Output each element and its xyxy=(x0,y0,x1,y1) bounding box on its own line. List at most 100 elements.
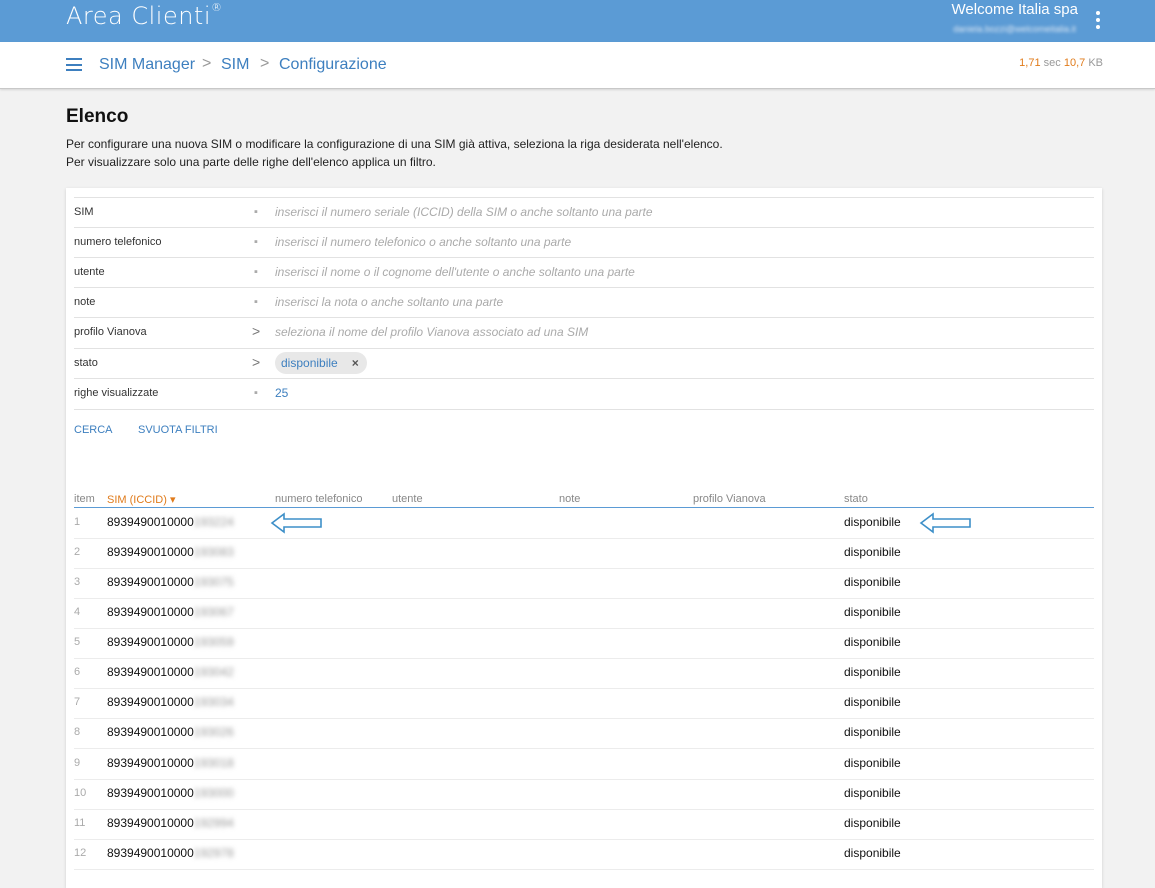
more-menu-icon[interactable] xyxy=(1093,9,1103,33)
clear-filters-button[interactable]: SVUOTA FILTRI xyxy=(138,424,218,436)
top-bar: Area Clienti® Welcome Italia spa daniela… xyxy=(0,0,1155,42)
breadcrumb-sim-manager[interactable]: SIM Manager xyxy=(99,56,195,74)
filter-sim: SIM ▪ inserisci il numero seriale (ICCID… xyxy=(74,197,1094,228)
column-header-sim[interactable]: SIM (ICCID) ▾ xyxy=(107,493,175,506)
filter-user: utente ▪ inserisci il nome o il cognome … xyxy=(74,257,1094,288)
status-chip-label: disponibile xyxy=(281,356,338,370)
table-row[interactable]: 12 8939490010000192978 disponibile xyxy=(74,839,1094,870)
filter-phone: numero telefonico ▪ inserisci il numero … xyxy=(74,227,1094,258)
row-status: disponibile xyxy=(844,786,901,800)
row-status: disponibile xyxy=(844,756,901,770)
row-status: disponibile xyxy=(844,816,901,830)
profile-filter-select[interactable]: seleziona il nome del profilo Vianova as… xyxy=(275,325,588,339)
page-description-2: Per visualizzare solo una parte delle ri… xyxy=(66,155,436,169)
row-sim-iccid: 8939490010000193067 xyxy=(107,605,234,619)
filter-profile[interactable]: profilo Vianova > seleziona il nome del … xyxy=(74,317,1094,348)
table-row[interactable]: 5 8939490010000193059 disponibile xyxy=(74,628,1094,659)
iccid-suffix-blurred: 193083 xyxy=(193,545,234,559)
iccid-prefix: 8939490010000 xyxy=(107,786,194,800)
row-sim-iccid: 8939490010000193083 xyxy=(107,545,234,559)
iccid-prefix: 8939490010000 xyxy=(107,665,194,679)
filter-label: profilo Vianova xyxy=(74,326,147,338)
rows-count-input[interactable]: 25 xyxy=(275,386,288,400)
iccid-prefix: 8939490010000 xyxy=(107,545,194,559)
row-sim-iccid: 8939490010000193000 xyxy=(107,786,234,800)
row-sim-iccid: 8939490010000193034 xyxy=(107,695,234,709)
column-header-user[interactable]: utente xyxy=(392,493,423,505)
column-header-phone[interactable]: numero telefonico xyxy=(275,493,362,505)
iccid-suffix-blurred: 193026 xyxy=(193,725,234,739)
user-email: daniela.bozzi@welcomeitalia.it xyxy=(953,24,1076,34)
iccid-suffix-blurred: 193224 xyxy=(193,515,234,529)
row-item-number: 5 xyxy=(74,636,81,648)
chevron-right-icon[interactable]: > xyxy=(252,354,260,370)
app-title-text: Area Clienti xyxy=(66,2,212,30)
row-item-number: 11 xyxy=(74,817,86,829)
row-item-number: 4 xyxy=(74,606,81,618)
table-row[interactable]: 11 8939490010000192994 disponibile xyxy=(74,809,1094,840)
row-item-number: 6 xyxy=(74,666,81,678)
annotation-arrow-left-icon xyxy=(919,512,971,534)
bullet-icon: ▪ xyxy=(254,387,258,399)
filter-label: numero telefonico xyxy=(74,236,162,248)
column-header-profile[interactable]: profilo Vianova xyxy=(693,493,766,505)
timing-kb: 10,7 xyxy=(1063,57,1086,69)
column-header-status[interactable]: stato xyxy=(844,493,868,505)
filter-label: utente xyxy=(74,266,105,278)
breadcrumb-separator-icon: > xyxy=(260,55,270,72)
iccid-suffix-blurred: 193034 xyxy=(193,695,234,709)
timing-seconds-unit: sec xyxy=(1043,57,1061,69)
table-row[interactable]: 9 8939490010000193018 disponibile xyxy=(74,749,1094,780)
table-row[interactable]: 10 8939490010000193000 disponibile xyxy=(74,779,1094,810)
chevron-right-icon[interactable]: > xyxy=(252,323,260,339)
column-header-item: item xyxy=(74,493,95,505)
row-status: disponibile xyxy=(844,515,901,529)
table-row[interactable]: 3 8939490010000193075 disponibile xyxy=(74,568,1094,599)
row-item-number: 1 xyxy=(74,516,81,528)
row-status: disponibile xyxy=(844,665,901,679)
table-row[interactable]: 2 8939490010000193083 disponibile xyxy=(74,538,1094,569)
row-item-number: 10 xyxy=(74,787,87,799)
user-filter-input[interactable]: inserisci il nome o il cognome dell'uten… xyxy=(275,265,635,279)
filter-and-list-card: SIM ▪ inserisci il numero seriale (ICCID… xyxy=(66,188,1102,888)
timing-seconds: 1,71 xyxy=(1019,57,1041,69)
trademark-symbol: ® xyxy=(211,1,223,14)
search-button[interactable]: CERCA xyxy=(74,424,113,436)
iccid-prefix: 8939490010000 xyxy=(107,695,194,709)
breadcrumb-sim[interactable]: SIM xyxy=(221,56,249,74)
column-header-note[interactable]: note xyxy=(559,493,580,505)
sim-filter-input[interactable]: inserisci il numero seriale (ICCID) dell… xyxy=(275,205,653,219)
row-status: disponibile xyxy=(844,846,901,860)
row-sim-iccid: 8939490010000192994 xyxy=(107,816,234,830)
close-icon[interactable]: × xyxy=(352,356,359,370)
table-row[interactable]: 4 8939490010000193067 disponibile xyxy=(74,598,1094,629)
row-sim-iccid: 8939490010000193059 xyxy=(107,635,234,649)
row-sim-iccid: 8939490010000193042 xyxy=(107,665,234,679)
filter-label: note xyxy=(74,296,96,308)
iccid-prefix: 8939490010000 xyxy=(107,575,194,589)
iccid-prefix: 8939490010000 xyxy=(107,515,194,529)
filter-rows: righe visualizzate ▪ 25 xyxy=(74,378,1094,410)
table-row[interactable]: 8 8939490010000193026 disponibile xyxy=(74,718,1094,749)
row-sim-iccid: 8939490010000193026 xyxy=(107,725,234,739)
row-sim-iccid: 8939490010000193018 xyxy=(107,756,234,770)
phone-filter-input[interactable]: inserisci il numero telefonico o anche s… xyxy=(275,235,571,249)
note-filter-input[interactable]: inserisci la nota o anche soltanto una p… xyxy=(275,295,503,309)
row-sim-iccid: 8939490010000192978 xyxy=(107,846,234,860)
row-status: disponibile xyxy=(844,635,901,649)
filter-label: righe visualizzate xyxy=(74,387,159,399)
table-row[interactable]: 7 8939490010000193034 disponibile xyxy=(74,688,1094,719)
hamburger-menu-icon[interactable] xyxy=(66,58,82,71)
iccid-suffix-blurred: 193059 xyxy=(193,635,234,649)
filter-status[interactable]: stato > disponibile × xyxy=(74,348,1094,379)
company-name[interactable]: Welcome Italia spa xyxy=(952,1,1078,18)
page-timing: 1,71 sec 10,7 KB xyxy=(1019,57,1103,69)
row-item-number: 9 xyxy=(74,757,81,769)
iccid-suffix-blurred: 193000 xyxy=(193,786,234,800)
bullet-icon: ▪ xyxy=(254,206,258,218)
bullet-icon: ▪ xyxy=(254,236,258,248)
app-title[interactable]: Area Clienti® xyxy=(66,1,223,30)
row-item-number: 3 xyxy=(74,576,81,588)
table-row[interactable]: 6 8939490010000193042 disponibile xyxy=(74,658,1094,689)
filter-note: note ▪ inserisci la nota o anche soltant… xyxy=(74,287,1094,318)
